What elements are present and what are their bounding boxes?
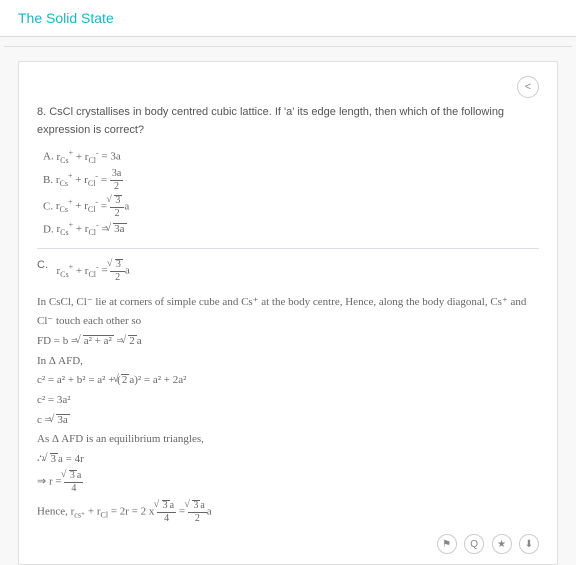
expl-line: In CsCl, Cl⁻ lie at corners of simple cu…	[37, 293, 539, 330]
answer-math: rCs+ + rCl- = 32a	[56, 259, 129, 283]
option-c: C. rCs+ + rCl- = 32a	[43, 195, 539, 219]
expl-line: FD = b = a² + a² = 2a	[37, 332, 539, 351]
expl-line: c² = 3a²	[37, 391, 539, 410]
share-icon[interactable]: <	[517, 76, 539, 98]
divider	[4, 37, 572, 47]
options-list: A. rCs+ + rCl- = 3a B. rCs+ + rCl- = 3a2…	[43, 149, 539, 238]
option-label: C.	[43, 200, 53, 212]
option-d: D. rCs+ + rCl- = 3a	[43, 222, 539, 239]
option-label: B.	[43, 174, 53, 186]
option-lhs: rCs+ + rCl-	[56, 174, 98, 186]
question-text: 8. CsCl crystallises in body centred cub…	[37, 104, 539, 139]
flag-icon[interactable]: ⚑	[437, 534, 457, 554]
option-b: B. rCs+ + rCl- = 3a2	[43, 169, 539, 192]
answer-label: C.	[37, 259, 48, 271]
expl-line: ∴ 3a = 4r	[37, 450, 539, 469]
option-label: D.	[43, 223, 54, 235]
fraction: 32	[110, 195, 125, 219]
option-lhs: rCs+ + rCl-	[56, 223, 98, 235]
download-icon[interactable]: ⬇	[519, 534, 539, 554]
share-row: <	[37, 72, 539, 104]
expl-line: In Δ AFD,	[37, 352, 539, 371]
option-a: A. rCs+ + rCl- = 3a	[43, 149, 539, 166]
page-title: The Solid State	[18, 10, 558, 26]
footer-actions: ⚑ Q ★ ⬇	[37, 534, 539, 555]
expl-line: As Δ AFD is an equilibrium triangles,	[37, 430, 539, 449]
page-header: The Solid State	[0, 0, 576, 37]
expl-line: c² = a² + b² = a² + (2a)² = a² + 2a²	[37, 371, 539, 390]
fraction: 3a2	[110, 169, 123, 192]
expl-line: c = 3a	[37, 411, 539, 430]
explanation-block: In CsCl, Cl⁻ lie at corners of simple cu…	[37, 293, 539, 523]
separator	[37, 248, 539, 249]
question-card: < 8. CsCl crystallises in body centred c…	[18, 61, 558, 565]
expl-line: Hence, rcs⁺ + rCl = 2r = 2 x 3a4 = 3a2a	[37, 500, 539, 524]
expl-line: ⇒ r = 3a4	[37, 470, 539, 494]
question-icon[interactable]: Q	[464, 534, 484, 554]
option-lhs: rCs+ + rCl-	[56, 200, 98, 212]
option-lhs: rCs+ + rCl-	[56, 151, 98, 163]
option-rhs: = 3a	[99, 151, 121, 163]
answer-row: C. rCs+ + rCl- = 32a	[37, 259, 539, 283]
option-label: A.	[43, 151, 54, 163]
star-icon[interactable]: ★	[492, 534, 512, 554]
